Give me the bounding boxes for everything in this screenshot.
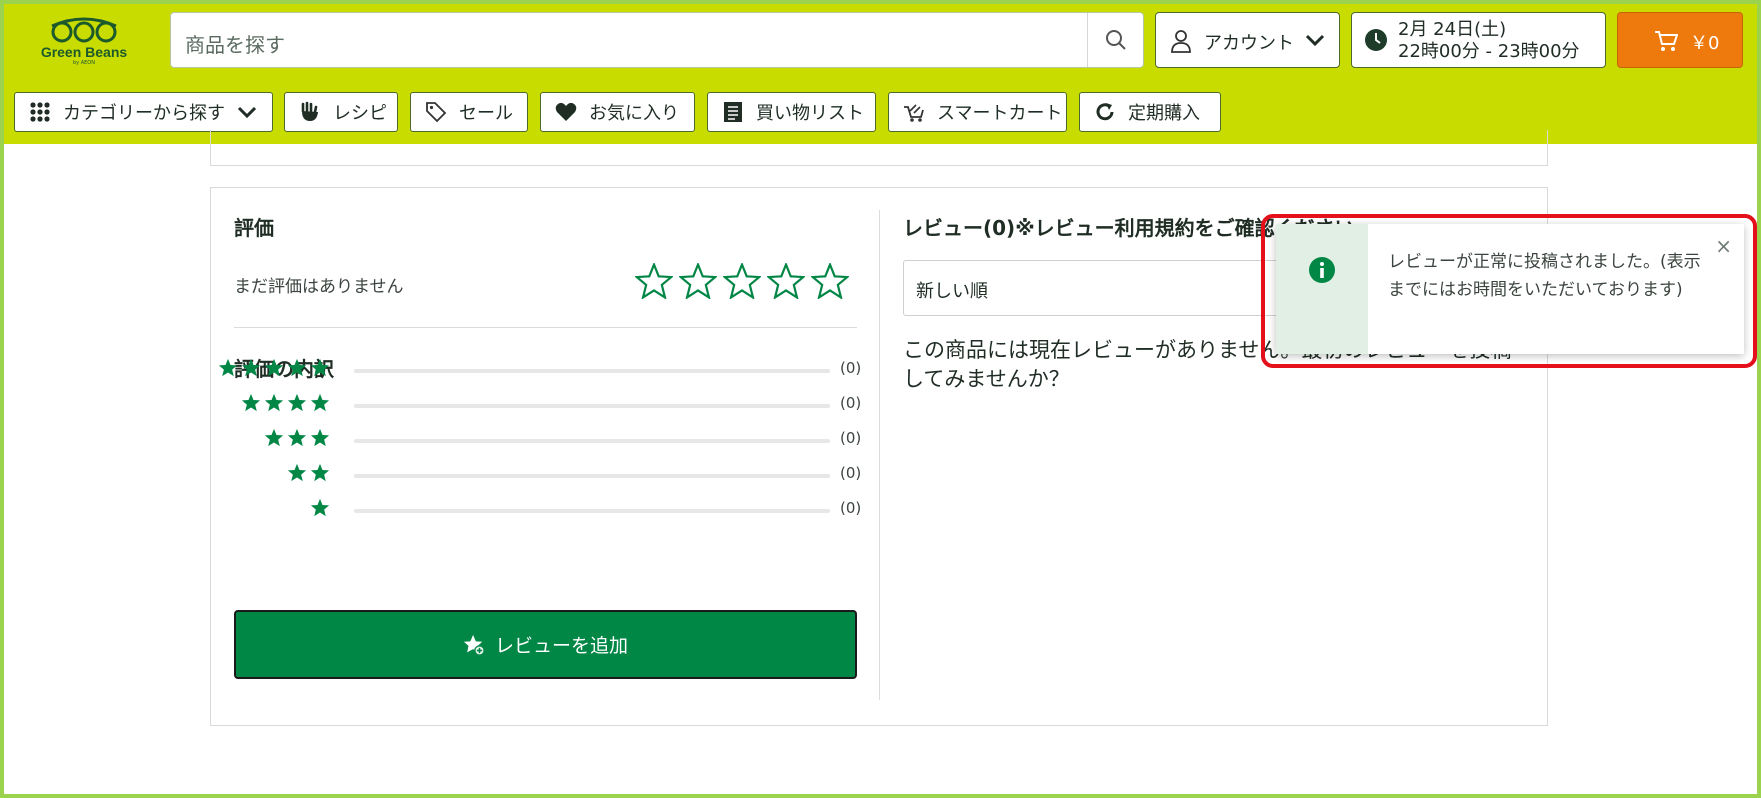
nav-subscription-button[interactable]: 定期購入	[1079, 92, 1221, 132]
filled-star-icon	[218, 358, 238, 377]
refresh-icon	[1092, 101, 1118, 123]
nav-shopping-list-label: 買い物リスト	[756, 103, 864, 124]
empty-star-icon[interactable]	[635, 263, 673, 299]
list-icon	[720, 101, 746, 123]
breakdown-row: (0)	[234, 428, 862, 450]
nav-categories-button[interactable]: カテゴリーから探す	[14, 92, 273, 132]
nav-sale-button[interactable]: セール	[410, 92, 528, 132]
cooking-hand-icon	[297, 101, 323, 123]
sort-value: 新しい順	[916, 281, 988, 302]
chevron-down-icon	[237, 106, 257, 119]
site-header: Green Beans by AEON 商品を探す アカウント 2月 24日(土…	[0, 0, 1761, 144]
cart-button[interactable]: ￥0	[1617, 12, 1743, 68]
filled-star-icon	[287, 358, 307, 377]
breakdown-count: (0)	[840, 499, 862, 517]
filled-star-icon	[241, 393, 261, 412]
search-icon	[1105, 30, 1126, 50]
rating-heading: 評価	[234, 216, 274, 240]
rating-input-stars	[635, 263, 849, 299]
account-button[interactable]: アカウント	[1155, 12, 1340, 68]
filled-stars	[310, 498, 330, 517]
breakdown-row: (0)	[234, 463, 862, 485]
breakdown-count: (0)	[840, 429, 862, 447]
nav-sale-label: セール	[459, 103, 513, 124]
nav-smart-cart-label: スマートカート	[937, 103, 1063, 124]
filled-stars	[241, 393, 330, 412]
account-label: アカウント	[1204, 33, 1294, 54]
breakdown-count: (0)	[840, 359, 862, 377]
breakdown-bar	[354, 404, 830, 408]
grid-icon	[27, 101, 53, 123]
nav-recipes-button[interactable]: レシピ	[284, 92, 398, 132]
filled-stars	[264, 428, 330, 447]
delivery-slot-button[interactable]: 2月 24日(土) 22時00分 - 23時00分	[1351, 12, 1606, 68]
tag-icon	[423, 101, 449, 123]
filled-star-icon	[264, 428, 284, 447]
clock-icon	[1365, 29, 1387, 51]
search-input[interactable]: 商品を探す	[170, 12, 1144, 68]
breakdown-count: (0)	[840, 394, 862, 412]
empty-star-icon[interactable]	[679, 263, 717, 299]
cart-total: ￥0	[1690, 33, 1720, 54]
breakdown-count: (0)	[840, 464, 862, 482]
filled-star-icon	[310, 463, 330, 482]
nav-subscription-label: 定期購入	[1128, 103, 1200, 124]
add-review-label: レビューを追加	[494, 635, 628, 657]
empty-star-icon[interactable]	[723, 263, 761, 299]
user-icon	[1171, 30, 1191, 53]
no-rating-text: まだ評価はありません	[234, 277, 404, 297]
filled-star-icon	[310, 428, 330, 447]
nav-categories-label: カテゴリーから探す	[63, 103, 225, 124]
delivery-date: 2月 24日(土)	[1398, 19, 1507, 40]
annotation-highlight-box	[1261, 214, 1757, 368]
column-divider	[879, 210, 880, 700]
filled-star-icon	[264, 358, 284, 377]
filled-star-icon	[310, 393, 330, 412]
delivery-time: 22時00分 - 23時00分	[1398, 41, 1580, 62]
nav-recipes-label: レシピ	[333, 103, 387, 124]
cart-icon	[1655, 31, 1678, 51]
breakdown-row: (0)	[234, 393, 862, 415]
breakdown-bar	[354, 509, 830, 513]
logo-text: Green Beans	[40, 44, 128, 60]
heart-icon	[553, 101, 579, 123]
breakdown-bar	[354, 439, 830, 443]
filled-star-icon	[310, 358, 330, 377]
section-divider	[234, 327, 857, 328]
green-beans-logo-icon	[51, 17, 117, 43]
filled-star-icon	[310, 498, 330, 517]
star-plus-icon	[463, 634, 485, 656]
chevron-down-icon	[1305, 34, 1325, 47]
filled-star-icon	[287, 393, 307, 412]
nav-favorites-button[interactable]: お気に入り	[540, 92, 695, 132]
empty-star-icon[interactable]	[811, 263, 849, 299]
breakdown-row: (0)	[234, 498, 862, 520]
breakdown-bar	[354, 474, 830, 478]
filled-star-icon	[287, 428, 307, 447]
logo-subtext: by AEON	[73, 60, 95, 66]
add-review-button[interactable]: レビューを追加	[234, 610, 857, 679]
breakdown-row: (0)	[218, 358, 862, 380]
breakdown-bar	[354, 369, 830, 373]
nav-smart-cart-button[interactable]: スマートカート	[888, 92, 1067, 132]
logo[interactable]: Green Beans by AEON	[38, 14, 130, 66]
filled-star-icon	[241, 358, 261, 377]
filled-star-icon	[287, 463, 307, 482]
empty-star-icon[interactable]	[767, 263, 805, 299]
filled-stars	[287, 463, 330, 482]
filled-stars	[218, 358, 330, 377]
search-placeholder: 商品を探す	[185, 33, 285, 57]
nav-shopping-list-button[interactable]: 買い物リスト	[707, 92, 876, 132]
search-button[interactable]	[1087, 13, 1143, 67]
filled-star-icon	[264, 393, 284, 412]
previous-section-card	[210, 130, 1548, 166]
smart-cart-icon	[901, 101, 927, 123]
nav-favorites-label: お気に入り	[589, 103, 679, 124]
